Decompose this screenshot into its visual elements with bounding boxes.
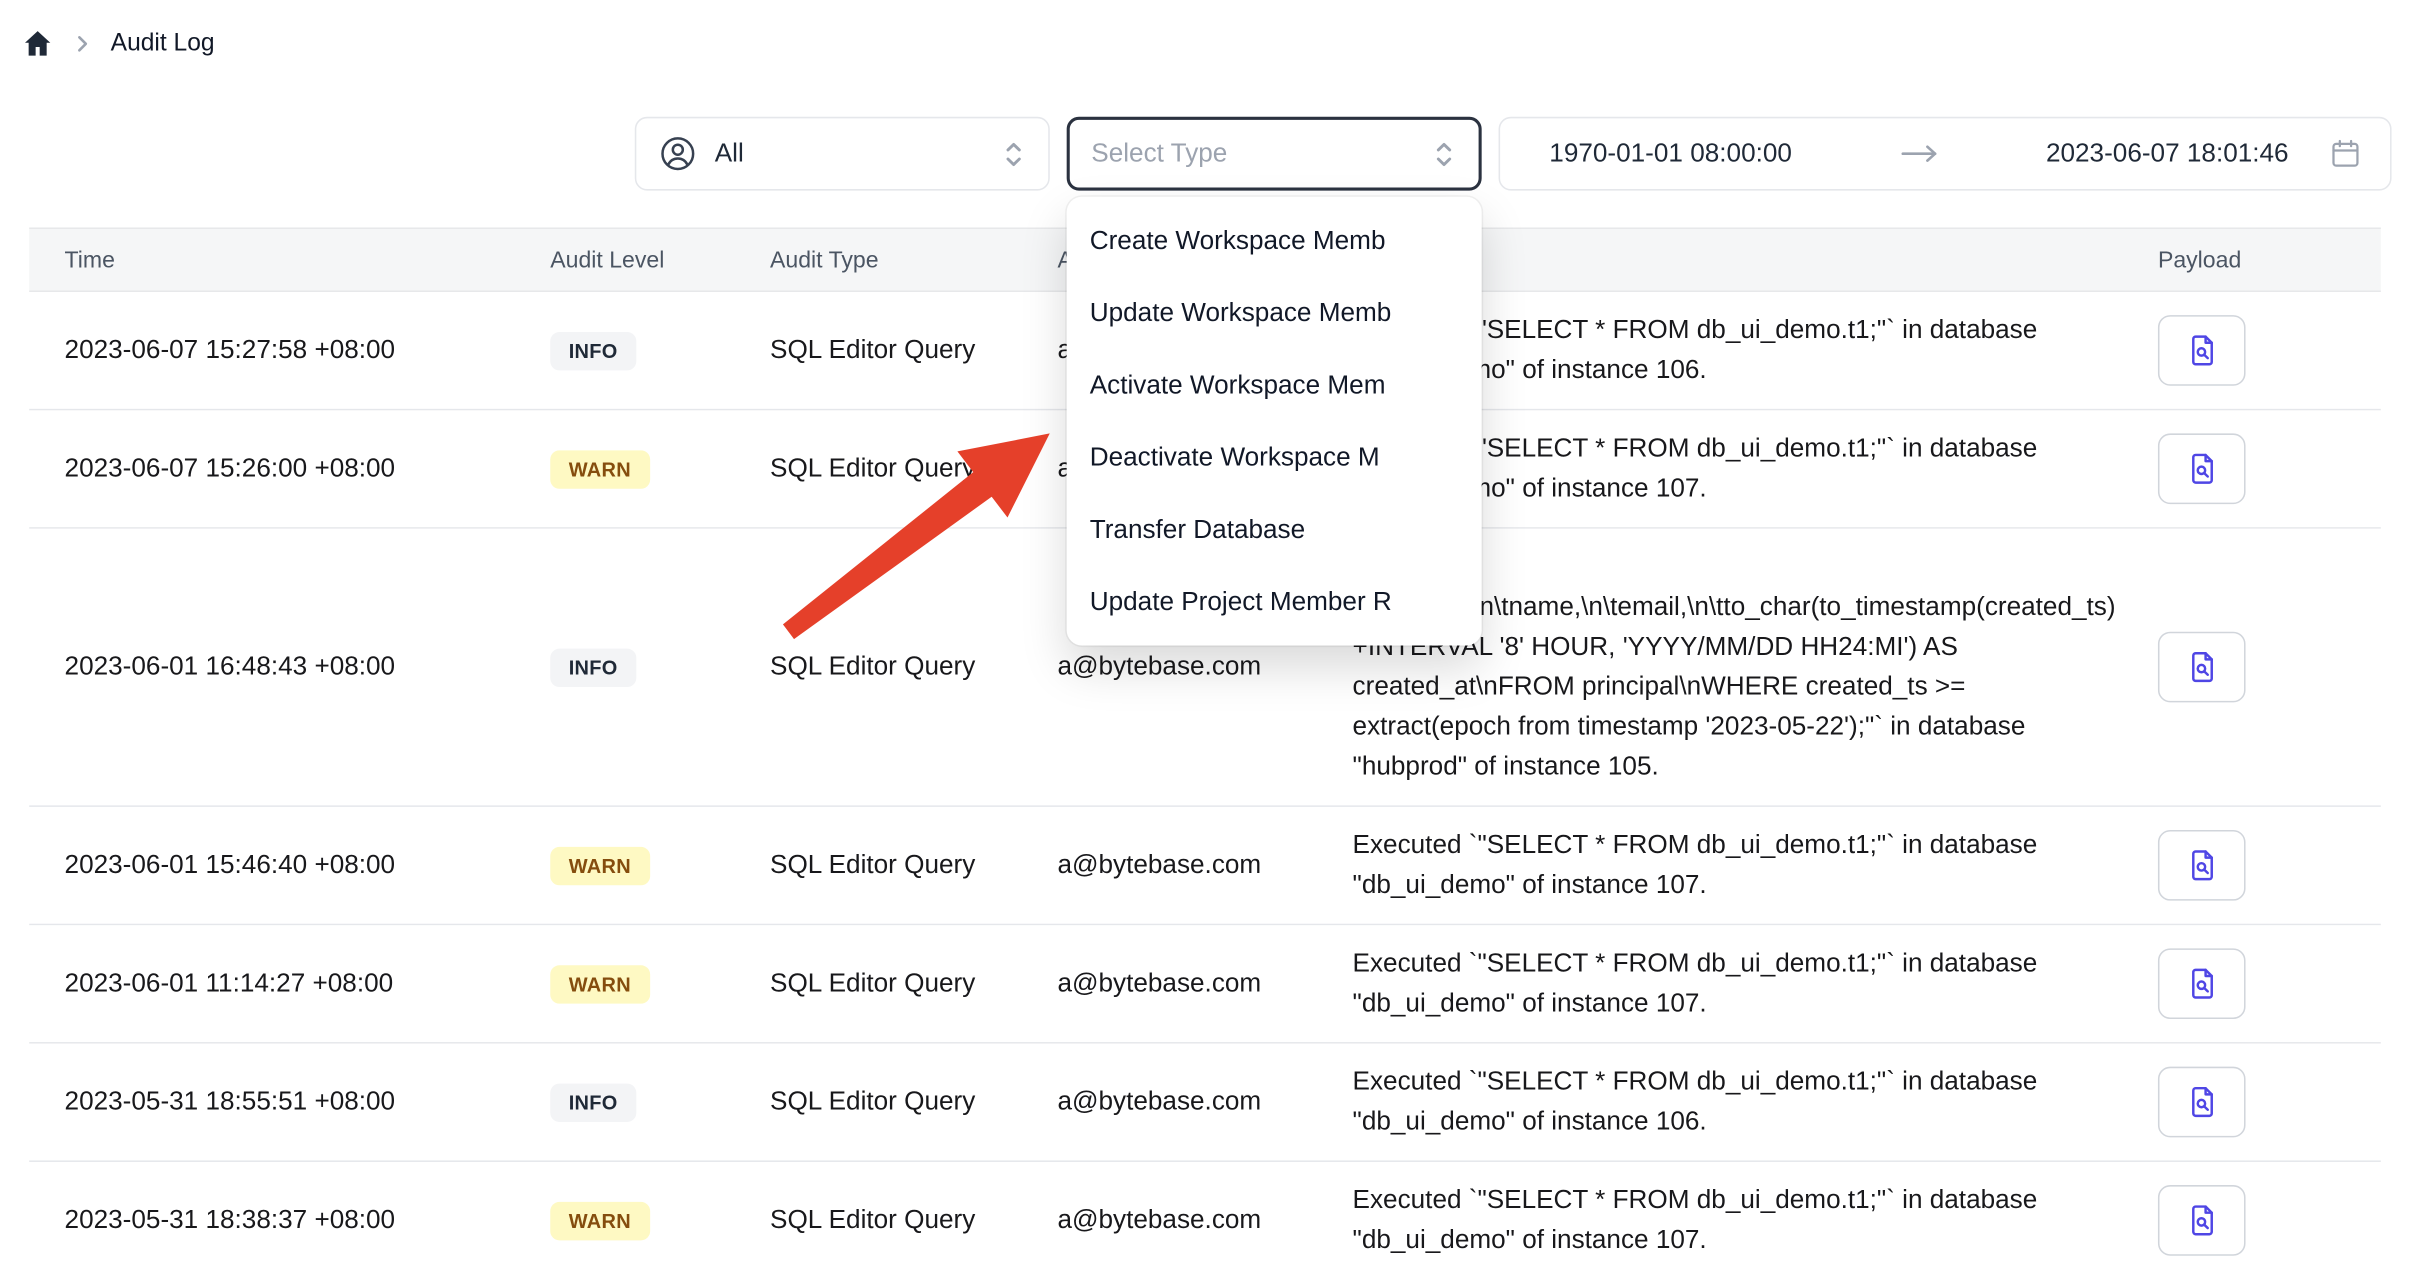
calendar-icon: [2329, 137, 2363, 171]
payload-view-button[interactable]: [2158, 632, 2246, 703]
cell-audit-type: SQL Editor Query: [770, 335, 1057, 366]
type-filter-select[interactable]: Select Type: [1067, 117, 1482, 191]
chevron-updown-icon: [1001, 139, 1027, 168]
audit-log-page: Audit Log All Select Type 1970-01-01 08:…: [0, 0, 2410, 1268]
breadcrumb: Audit Log: [22, 28, 215, 60]
arrow-right-icon: [1792, 141, 2046, 166]
cell-audit-type: SQL Editor Query: [770, 453, 1057, 484]
cell-comment: Executed `"SELECT * FROM db_ui_demo.t1;"…: [1353, 944, 2158, 1024]
document-search-icon: [2183, 965, 2220, 1002]
dropdown-item[interactable]: Transfer Database: [1067, 493, 1482, 565]
actor-filter-value: All: [715, 138, 744, 169]
filter-bar: All Select Type 1970-01-01 08:00:00 2023…: [635, 117, 2392, 191]
type-filter-placeholder: Select Type: [1091, 138, 1227, 169]
cell-time: 2023-06-07 15:27:58 +08:00: [29, 335, 550, 366]
cell-audit-type: SQL Editor Query: [770, 1205, 1057, 1236]
cell-time: 2023-05-31 18:55:51 +08:00: [29, 1087, 550, 1118]
payload-view-button[interactable]: [2158, 1067, 2246, 1138]
audit-level-badge: WARN: [550, 964, 649, 1002]
actor-filter-select[interactable]: All: [635, 117, 1050, 191]
cell-audit-type: SQL Editor Query: [770, 652, 1057, 683]
dropdown-item[interactable]: Deactivate Workspace M: [1067, 421, 1482, 493]
cell-actor: a@bytebase.com: [1057, 652, 1352, 683]
cell-time: 2023-06-07 15:26:00 +08:00: [29, 453, 550, 484]
header-payload: Payload: [2158, 247, 2381, 273]
dropdown-item[interactable]: Update Workspace Memb: [1067, 277, 1482, 349]
audit-level-badge: WARN: [550, 846, 649, 884]
header-audit-level: Audit Level: [550, 247, 770, 273]
document-search-icon: [2183, 649, 2220, 686]
cell-audit-type: SQL Editor Query: [770, 968, 1057, 999]
dropdown-item[interactable]: Activate Workspace Mem: [1067, 349, 1482, 421]
cell-time: 2023-06-01 15:46:40 +08:00: [29, 850, 550, 881]
table-row: 2023-06-01 15:46:40 +08:00 WARN SQL Edit…: [29, 807, 2381, 925]
audit-level-badge: INFO: [550, 648, 636, 686]
payload-view-button[interactable]: [2158, 948, 2246, 1019]
chevron-right-icon: [71, 32, 94, 55]
header-audit-type: Audit Type: [770, 247, 1057, 273]
document-search-icon: [2183, 332, 2220, 369]
dropdown-item[interactable]: Update Project Member R: [1067, 566, 1482, 638]
cell-actor: a@bytebase.com: [1057, 968, 1352, 999]
table-row: 2023-06-01 11:14:27 +08:00 WARN SQL Edit…: [29, 925, 2381, 1043]
person-icon: [658, 134, 698, 174]
audit-level-badge: WARN: [550, 1201, 649, 1239]
table-row: 2023-05-31 18:38:37 +08:00 WARN SQL Edit…: [29, 1162, 2381, 1268]
cell-actor: a@bytebase.com: [1057, 1087, 1352, 1118]
page-title: Audit Log: [111, 30, 215, 58]
cell-time: 2023-06-01 16:48:43 +08:00: [29, 652, 550, 683]
document-search-icon: [2183, 1084, 2220, 1121]
cell-audit-type: SQL Editor Query: [770, 850, 1057, 881]
payload-view-button[interactable]: [2158, 830, 2246, 901]
cell-time: 2023-06-01 11:14:27 +08:00: [29, 968, 550, 999]
date-to[interactable]: 2023-06-07 18:01:46: [2046, 138, 2289, 169]
cell-comment: Executed `"SELECT * FROM db_ui_demo.t1;"…: [1353, 825, 2158, 905]
document-search-icon: [2183, 1202, 2220, 1239]
cell-actor: a@bytebase.com: [1057, 1205, 1352, 1236]
date-from[interactable]: 1970-01-01 08:00:00: [1549, 138, 1792, 169]
header-time: Time: [29, 247, 550, 273]
payload-view-button[interactable]: [2158, 433, 2246, 504]
document-search-icon: [2183, 847, 2220, 884]
chevron-updown-icon: [1431, 139, 1457, 168]
audit-level-badge: WARN: [550, 450, 649, 488]
table-row: 2023-05-31 18:55:51 +08:00 INFO SQL Edit…: [29, 1044, 2381, 1162]
cell-actor: a@bytebase.com: [1057, 850, 1352, 881]
cell-comment: Executed `"SELECT * FROM db_ui_demo.t1;"…: [1353, 1180, 2158, 1260]
home-icon[interactable]: [22, 28, 54, 60]
audit-level-badge: INFO: [550, 1083, 636, 1121]
audit-level-badge: INFO: [550, 331, 636, 369]
cell-audit-type: SQL Editor Query: [770, 1087, 1057, 1118]
type-dropdown-menu: Create Workspace Memb Update Workspace M…: [1067, 197, 1482, 646]
payload-view-button[interactable]: [2158, 315, 2246, 386]
dropdown-item[interactable]: Create Workspace Memb: [1067, 204, 1482, 276]
document-search-icon: [2183, 450, 2220, 487]
payload-view-button[interactable]: [2158, 1185, 2246, 1256]
cell-comment: Executed `"SELECT * FROM db_ui_demo.t1;"…: [1353, 1062, 2158, 1142]
date-range-picker[interactable]: 1970-01-01 08:00:00 2023-06-07 18:01:46: [1499, 117, 2392, 191]
cell-time: 2023-05-31 18:38:37 +08:00: [29, 1205, 550, 1236]
